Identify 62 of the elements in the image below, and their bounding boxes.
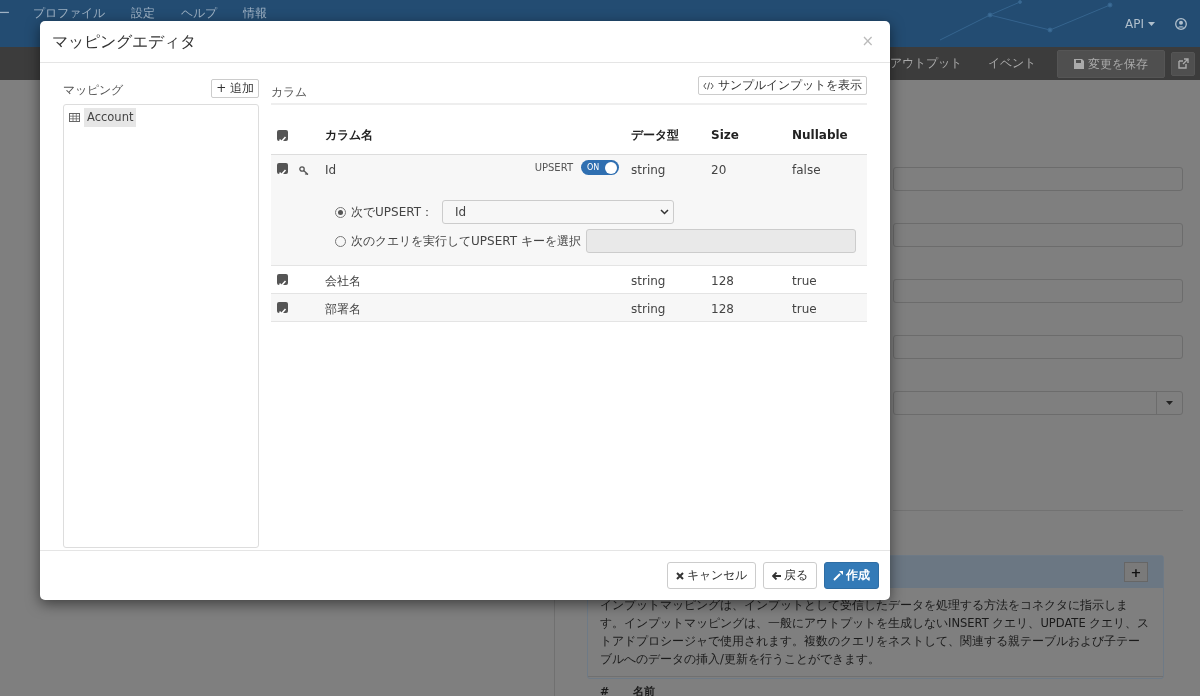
option-label: 次でUPSERT： (351, 204, 433, 221)
page-tab[interactable]: イベント (975, 54, 1049, 73)
cell-text: string (631, 301, 667, 318)
select-field[interactable] (893, 391, 1183, 415)
external-link-icon (1177, 58, 1189, 69)
chevron-down-icon (660, 209, 669, 215)
section-label: カラム (271, 84, 307, 101)
nav-link[interactable]: 設定 (131, 4, 155, 22)
cell-text: 20 (711, 162, 728, 179)
save-button[interactable]: 変更を保存 (1057, 49, 1165, 78)
cell-text: false (792, 162, 822, 179)
api-menu[interactable]: API (1125, 14, 1155, 33)
column-header: データ型 (631, 126, 680, 144)
caret-icon (1148, 21, 1155, 26)
checkbox[interactable] (277, 274, 288, 285)
nav-link[interactable]: ヘルプ (181, 4, 217, 22)
section-label: マッピング (63, 82, 123, 99)
modal-title: マッピングエディタ (52, 30, 196, 53)
column-name: 会社名 (325, 273, 361, 290)
cancel-button[interactable]: キャンセル (667, 561, 756, 590)
column-header: カラム名 (325, 126, 374, 144)
arrow-left-icon (772, 571, 781, 580)
checkbox[interactable] (277, 130, 288, 141)
select-value: Id (455, 204, 467, 221)
save-icon (1074, 58, 1084, 69)
toggle-switch[interactable]: ON (581, 160, 619, 175)
input-field[interactable] (893, 335, 1183, 359)
upsert-label: UPSERT (534, 161, 573, 175)
input-field[interactable] (893, 279, 1183, 303)
column-name: 部署名 (325, 301, 361, 318)
user-icon[interactable] (1175, 17, 1187, 30)
input-field[interactable] (893, 167, 1183, 191)
column-header: # (600, 684, 610, 696)
external-link-button[interactable] (1171, 51, 1195, 76)
table-icon (69, 113, 80, 123)
option-label: 次のクエリを実行してUPSERT キーを選択 (351, 233, 581, 250)
wand-icon (833, 570, 843, 581)
column-header: 名前 (633, 684, 656, 696)
checkbox[interactable] (277, 302, 288, 313)
add-button[interactable]: + (1124, 562, 1148, 582)
sample-input-button[interactable]: サンプルインプットを表示 (698, 76, 867, 95)
cell-text: true (792, 301, 818, 318)
cell-text: true (792, 273, 818, 290)
tree-item[interactable]: Account (84, 108, 137, 128)
code-icon (703, 81, 714, 90)
column-name: Id (325, 162, 337, 179)
back-button[interactable]: 戻る (763, 561, 817, 590)
column-header: Size (711, 126, 740, 144)
add-button[interactable]: + 追加 (211, 78, 259, 98)
cell-text: string (631, 273, 667, 290)
column-header: Nullable (792, 126, 849, 144)
cell-text: string (631, 162, 667, 179)
close-icon (676, 571, 684, 580)
input-field[interactable] (893, 223, 1183, 247)
nav-link[interactable]: 情報 (243, 4, 267, 22)
caret-icon (1166, 401, 1173, 405)
nav-link[interactable]: プロファイル (33, 4, 105, 22)
cell-text: 128 (711, 301, 735, 318)
select-field[interactable]: Id (442, 200, 674, 224)
create-button[interactable]: 作成 (824, 561, 879, 590)
cell-text: 128 (711, 273, 735, 290)
checkbox[interactable] (277, 163, 288, 174)
